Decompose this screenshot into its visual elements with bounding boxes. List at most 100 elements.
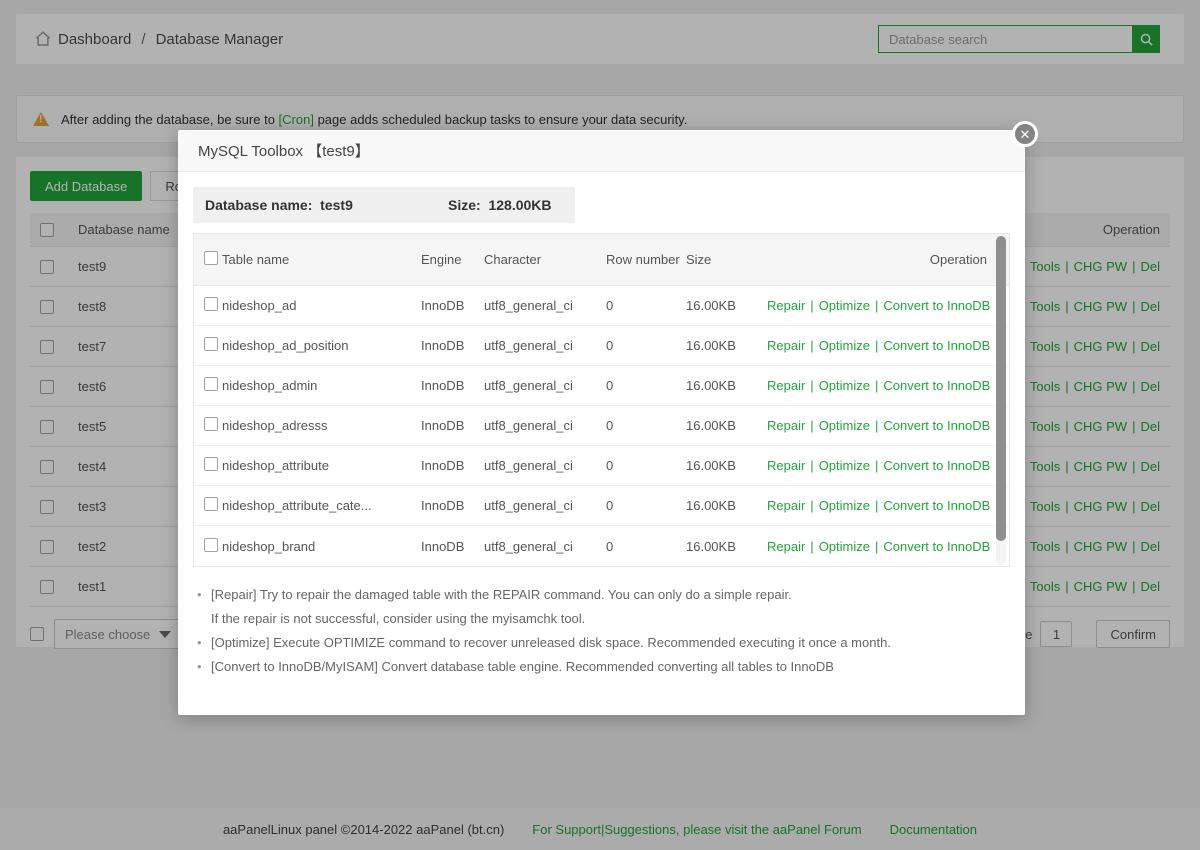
row-number: 0: [606, 378, 686, 393]
optimize-link[interactable]: Optimize: [819, 378, 870, 393]
select-all-tables-checkbox[interactable]: [204, 251, 218, 265]
repair-link[interactable]: Repair: [767, 458, 805, 473]
table-name: nideshop_attribute_cate...: [222, 498, 421, 513]
row-operations: Repair|Optimize|Convert to InnoDB: [767, 338, 1009, 353]
row-checkbox[interactable]: [204, 457, 218, 471]
table-name: nideshop_adresss: [222, 418, 421, 433]
database-name-info: Database name: test9: [193, 197, 448, 213]
size: 16.00KB: [686, 418, 767, 433]
modal-close-button[interactable]: [1012, 121, 1038, 147]
tables-list: Table name Engine Character Row number S…: [193, 233, 1010, 567]
table-name: nideshop_brand: [222, 539, 421, 554]
repair-link[interactable]: Repair: [767, 418, 805, 433]
engine: InnoDB: [421, 458, 484, 473]
toolbox-notes: • [Repair] Try to repair the damaged tab…: [197, 583, 1010, 679]
engine: InnoDB: [421, 338, 484, 353]
engine: InnoDB: [421, 539, 484, 554]
modal-title: MySQL Toolbox 【test9】: [178, 130, 1025, 172]
database-info-bar: Database name: test9 Size: 128.00KB: [193, 187, 575, 223]
note-text: [Optimize] Execute OPTIMIZE command to r…: [211, 631, 891, 655]
note-line: • [Repair] Try to repair the damaged tab…: [197, 583, 1010, 607]
scrollbar-track[interactable]: [996, 236, 1006, 565]
bullet-icon: •: [197, 583, 211, 607]
row-operations: Repair|Optimize|Convert to InnoDB: [767, 539, 1009, 554]
row-operations: Repair|Optimize|Convert to InnoDB: [767, 418, 1009, 433]
table-name: nideshop_ad: [222, 298, 421, 313]
character: utf8_general_ci: [484, 458, 606, 473]
size: 16.00KB: [686, 378, 767, 393]
note-text: If the repair is not successful, conside…: [211, 607, 585, 631]
table-row: nideshop_adresss InnoDB utf8_general_ci …: [194, 406, 1009, 446]
character: utf8_general_ci: [484, 418, 606, 433]
table-name: nideshop_admin: [222, 378, 421, 393]
table-row: nideshop_ad_position InnoDB utf8_general…: [194, 326, 1009, 366]
table-row: nideshop_brand InnoDB utf8_general_ci 0 …: [194, 526, 1009, 566]
note-line: • [Optimize] Execute OPTIMIZE command to…: [197, 631, 1010, 655]
engine: InnoDB: [421, 298, 484, 313]
note-line: • [Convert to InnoDB/MyISAM] Convert dat…: [197, 655, 1010, 679]
engine: InnoDB: [421, 418, 484, 433]
database-size-info: Size: 128.00KB: [448, 197, 552, 213]
engine: InnoDB: [421, 498, 484, 513]
convert-link[interactable]: Convert to InnoDB: [883, 498, 990, 513]
repair-link[interactable]: Repair: [767, 338, 805, 353]
optimize-link[interactable]: Optimize: [819, 458, 870, 473]
character: utf8_general_ci: [484, 298, 606, 313]
optimize-link[interactable]: Optimize: [819, 298, 870, 313]
size: 16.00KB: [686, 298, 767, 313]
convert-link[interactable]: Convert to InnoDB: [883, 298, 990, 313]
row-checkbox[interactable]: [204, 297, 218, 311]
repair-link[interactable]: Repair: [767, 539, 805, 554]
character: utf8_general_ci: [484, 539, 606, 554]
row-operations: Repair|Optimize|Convert to InnoDB: [767, 378, 1009, 393]
col-engine: Engine: [421, 252, 484, 267]
scrollbar-thumb[interactable]: [996, 236, 1006, 541]
row-number: 0: [606, 298, 686, 313]
mysql-toolbox-modal: MySQL Toolbox 【test9】 Database name: tes…: [178, 130, 1025, 715]
repair-link[interactable]: Repair: [767, 498, 805, 513]
row-number: 0: [606, 418, 686, 433]
optimize-link[interactable]: Optimize: [819, 539, 870, 554]
row-checkbox[interactable]: [204, 337, 218, 351]
convert-link[interactable]: Convert to InnoDB: [883, 458, 990, 473]
note-text: [Convert to InnoDB/MyISAM] Convert datab…: [211, 655, 834, 679]
repair-link[interactable]: Repair: [767, 298, 805, 313]
size: 16.00KB: [686, 458, 767, 473]
table-rows: nideshop_ad InnoDB utf8_general_ci 0 16.…: [194, 286, 1009, 566]
select-all-tables-checkbox-cell: [194, 251, 222, 268]
optimize-link[interactable]: Optimize: [819, 338, 870, 353]
optimize-link[interactable]: Optimize: [819, 498, 870, 513]
row-checkbox[interactable]: [204, 417, 218, 431]
size: 16.00KB: [686, 338, 767, 353]
repair-link[interactable]: Repair: [767, 378, 805, 393]
modal-body: Database name: test9 Size: 128.00KB Tabl…: [178, 172, 1025, 694]
col-row-number: Row number: [606, 252, 686, 267]
row-checkbox[interactable]: [204, 538, 218, 552]
table-row: nideshop_attribute InnoDB utf8_general_c…: [194, 446, 1009, 486]
convert-link[interactable]: Convert to InnoDB: [883, 539, 990, 554]
table-name: nideshop_attribute: [222, 458, 421, 473]
size: 16.00KB: [686, 498, 767, 513]
row-number: 0: [606, 539, 686, 554]
col-operation: Operation: [767, 252, 1009, 267]
table-name: nideshop_ad_position: [222, 338, 421, 353]
convert-link[interactable]: Convert to InnoDB: [883, 418, 990, 433]
optimize-link[interactable]: Optimize: [819, 418, 870, 433]
row-checkbox[interactable]: [204, 497, 218, 511]
row-number: 0: [606, 458, 686, 473]
row-operations: Repair|Optimize|Convert to InnoDB: [767, 298, 1009, 313]
size: 16.00KB: [686, 539, 767, 554]
convert-link[interactable]: Convert to InnoDB: [883, 378, 990, 393]
engine: InnoDB: [421, 378, 484, 393]
table-row: nideshop_ad InnoDB utf8_general_ci 0 16.…: [194, 286, 1009, 326]
row-checkbox[interactable]: [204, 377, 218, 391]
col-table-name: Table name: [222, 252, 421, 267]
character: utf8_general_ci: [484, 498, 606, 513]
table-row: nideshop_attribute_cate... InnoDB utf8_g…: [194, 486, 1009, 526]
close-icon: [1020, 128, 1031, 141]
table-row: nideshop_admin InnoDB utf8_general_ci 0 …: [194, 366, 1009, 406]
convert-link[interactable]: Convert to InnoDB: [883, 338, 990, 353]
row-number: 0: [606, 338, 686, 353]
note-line: • If the repair is not successful, consi…: [197, 607, 1010, 631]
bullet-icon: •: [197, 631, 211, 655]
